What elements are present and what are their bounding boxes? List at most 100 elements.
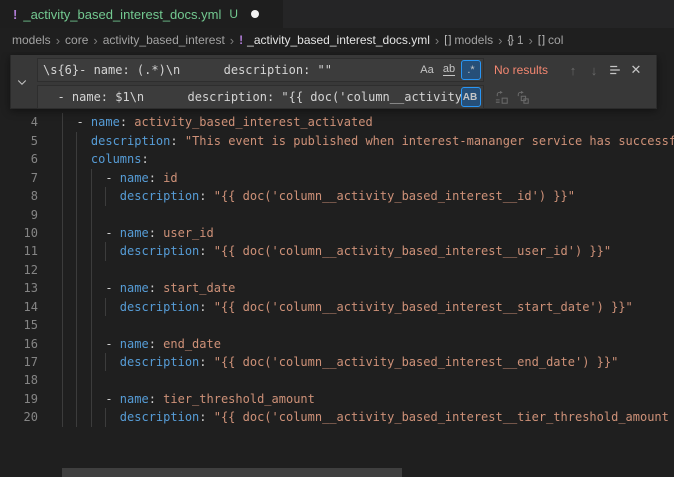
code-line[interactable]: 11 description: "{{ doc('column__activit… xyxy=(0,242,674,260)
breadcrumb-item[interactable]: core xyxy=(65,33,88,47)
line-number: 12 xyxy=(0,261,38,279)
vscode-window: ! _activity_based_interest_docs.yml U mo… xyxy=(0,0,674,477)
arrow-down-icon: ↓ xyxy=(591,63,598,78)
indent-guide xyxy=(62,371,63,389)
code-text: - name: tier_threshold_amount xyxy=(62,390,315,408)
whole-word-icon: ab xyxy=(443,64,455,76)
code-line[interactable]: 14 description: "{{ doc('column__activit… xyxy=(0,298,674,316)
chevron-right-icon: › xyxy=(230,34,234,47)
toggle-replace-button[interactable] xyxy=(13,72,31,92)
code-line[interactable]: 18 xyxy=(0,371,674,389)
breadcrumb-label: _activity_based_interest_docs.yml xyxy=(247,33,430,47)
tab-filename: _activity_based_interest_docs.yml xyxy=(23,7,221,22)
line-number: 8 xyxy=(0,187,38,205)
indent-guide xyxy=(62,261,63,279)
code-line[interactable]: 15 xyxy=(0,316,674,334)
replace-value-text[interactable]: - name: $1\n description: "{{ doc('colum… xyxy=(38,90,461,104)
code-line[interactable]: 19 - name: tier_threshold_amount xyxy=(0,390,674,408)
previous-match-button[interactable]: ↑ xyxy=(563,60,583,80)
code-text: description: "This event is published wh… xyxy=(62,132,674,150)
breadcrumb-label: col xyxy=(548,33,563,47)
line-number: 13 xyxy=(0,279,38,297)
find-row: \s{6}- name: (.*)\n description: "" Aaab… xyxy=(37,58,652,82)
indent-guide xyxy=(76,316,77,334)
find-replace-widget: \s{6}- name: (.*)\n description: "" Aaab… xyxy=(10,55,657,109)
use-regex-toggle[interactable]: .* xyxy=(461,60,481,80)
code-text: - name: start_date xyxy=(62,279,235,297)
close-icon: ✕ xyxy=(631,62,642,78)
breadcrumb-item[interactable]: activity_based_interest xyxy=(103,33,225,47)
code-line[interactable]: 6 columns: xyxy=(0,150,674,168)
next-match-button[interactable]: ↓ xyxy=(584,60,604,80)
line-number: 9 xyxy=(0,206,38,224)
close-find-widget-button[interactable]: ✕ xyxy=(626,60,646,80)
unsaved-changes-dot-icon[interactable] xyxy=(251,10,259,18)
line-number: 4 xyxy=(0,113,38,131)
line-number: 16 xyxy=(0,335,38,353)
breadcrumb-item[interactable]: ! _activity_based_interest_docs.yml xyxy=(239,33,430,47)
tab-activity-based-interest-docs[interactable]: ! _activity_based_interest_docs.yml U xyxy=(0,0,283,28)
code-line[interactable]: 17 description: "{{ doc('column__activit… xyxy=(0,353,674,371)
indent-guide xyxy=(91,261,92,279)
indent-guide xyxy=(91,206,92,224)
code-line[interactable]: 10 - name: user_id xyxy=(0,224,674,242)
code-line[interactable]: 16 - name: end_date xyxy=(0,335,674,353)
chevron-down-icon xyxy=(16,76,28,88)
code-area[interactable]: 1version: 223models:4 - name: activity_b… xyxy=(0,58,674,427)
line-number: 10 xyxy=(0,224,38,242)
breadcrumb-label: models xyxy=(454,33,493,47)
find-in-selection-button[interactable] xyxy=(605,60,625,80)
code-line[interactable]: 13 - name: start_date xyxy=(0,279,674,297)
chevron-right-icon: › xyxy=(435,34,439,47)
yaml-file-icon: ! xyxy=(13,7,17,22)
code-line[interactable]: 7 - name: id xyxy=(0,169,674,187)
arrow-up-icon: ↑ xyxy=(570,63,577,78)
code-text: - name: id xyxy=(62,169,178,187)
indent-guide xyxy=(62,316,63,334)
replace-button[interactable] xyxy=(491,87,511,107)
breadcrumb-item[interactable]: [ ]col xyxy=(538,33,564,47)
replace-all-icon xyxy=(515,90,530,105)
breadcrumb-item[interactable]: [ ]models xyxy=(444,33,493,47)
whole-word-toggle[interactable]: ab xyxy=(439,60,459,80)
breadcrumb-label: activity_based_interest xyxy=(103,33,225,47)
chevron-right-icon: › xyxy=(56,34,60,47)
replace-row: - name: $1\n description: "{{ doc('colum… xyxy=(37,85,652,109)
line-number: 20 xyxy=(0,408,38,426)
horizontal-scrollbar[interactable] xyxy=(62,468,402,477)
git-untracked-badge: U xyxy=(229,7,238,21)
indent-guide xyxy=(76,206,77,224)
replace-all-button[interactable] xyxy=(512,87,532,107)
breadcrumb-item[interactable]: models xyxy=(12,33,51,47)
replace-input[interactable]: - name: $1\n description: "{{ doc('colum… xyxy=(37,85,484,109)
code-line[interactable]: 9 xyxy=(0,206,674,224)
code-line[interactable]: 5 description: "This event is published … xyxy=(0,132,674,150)
code-line[interactable]: 20 description: "{{ doc('column__activit… xyxy=(0,408,674,426)
code-text: - name: activity_based_interest_activate… xyxy=(62,113,373,131)
line-number: 5 xyxy=(0,132,38,150)
yaml-file-icon: ! xyxy=(239,33,243,47)
line-number: 19 xyxy=(0,390,38,408)
chevron-right-icon: › xyxy=(93,34,97,47)
breadcrumb: models › core › activity_based_interest ›! _ac… xyxy=(0,28,674,52)
find-results-status: No results xyxy=(494,63,562,77)
find-query-text[interactable]: \s{6}- name: (.*)\n description: "" xyxy=(38,63,417,77)
breadcrumb-item[interactable]: {}1 xyxy=(507,33,523,47)
line-number: 11 xyxy=(0,242,38,260)
code-text: description: "{{ doc('column__activity_b… xyxy=(62,353,618,371)
code-line[interactable]: 4 - name: activity_based_interest_activa… xyxy=(0,113,674,131)
breadcrumb-label: 1 xyxy=(517,33,524,47)
preserve-case-toggle[interactable]: AB xyxy=(461,87,481,107)
indent-guide xyxy=(91,316,92,334)
code-line[interactable]: 12 xyxy=(0,261,674,279)
breadcrumb-label: core xyxy=(65,33,88,47)
code-text: description: "{{ doc('column__activity_b… xyxy=(62,187,575,205)
indent-guide xyxy=(62,206,63,224)
code-line[interactable]: 8 description: "{{ doc('column__activity… xyxy=(0,187,674,205)
line-number: 7 xyxy=(0,169,38,187)
find-input[interactable]: \s{6}- name: (.*)\n description: "" Aaab… xyxy=(37,58,484,82)
code-text: - name: end_date xyxy=(62,335,221,353)
match-case-toggle[interactable]: Aa xyxy=(417,60,437,80)
editor[interactable]: 1version: 223models:4 - name: activity_b… xyxy=(0,52,674,477)
indent-guide xyxy=(76,371,77,389)
